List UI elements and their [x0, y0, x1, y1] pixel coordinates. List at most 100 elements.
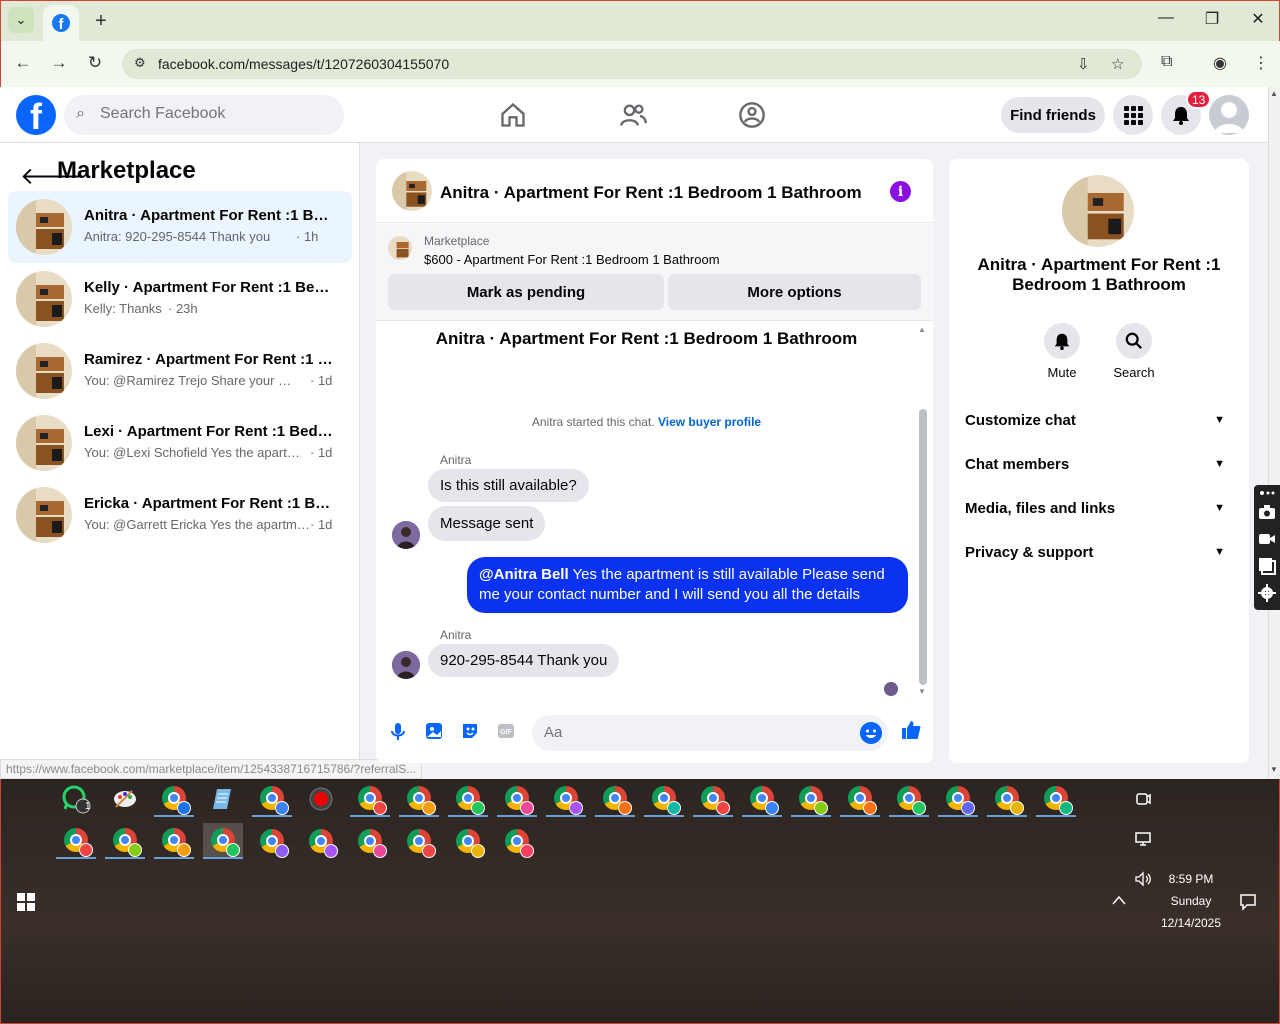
conversation-item[interactable]: Lexi · Apartment For Rent :1 Bedroom 1 B… [8, 407, 352, 479]
find-friends-button[interactable]: Find friends [1001, 97, 1105, 133]
site-info-icon[interactable]: ⚙ [134, 55, 146, 71]
facebook-logo-icon[interactable]: f [16, 95, 56, 135]
gear-icon[interactable] [1258, 584, 1276, 602]
action-center-icon[interactable] [1239, 893, 1257, 911]
sticker-icon[interactable] [460, 721, 480, 741]
mute-action[interactable]: Mute [1032, 323, 1092, 380]
taskbar-chrome[interactable] [987, 781, 1027, 817]
taskbar-chrome[interactable] [497, 823, 537, 859]
chat-members-section[interactable]: Chat members ▼ [965, 456, 1233, 480]
view-buyer-profile-link[interactable]: View buyer profile [658, 415, 761, 429]
tab-facebook[interactable]: f [43, 5, 79, 41]
scroll-down-arrow-icon[interactable]: ▼ [1270, 765, 1278, 774]
sender-avatar[interactable] [392, 651, 420, 679]
conversation-item[interactable]: Ramirez · Apartment For Rent :1 Bedroom … [8, 335, 352, 407]
clock-day[interactable]: Sunday [1161, 894, 1221, 908]
taskbar-whatsapp[interactable]: 1 [56, 781, 96, 817]
home-icon[interactable] [499, 101, 527, 129]
taskbar-chrome[interactable] [497, 781, 537, 817]
message-scrollbar[interactable]: ▲ ▼ [917, 325, 929, 696]
back-button[interactable]: ← [11, 53, 35, 73]
meet-now-icon[interactable] [1135, 791, 1151, 807]
taskbar-chrome[interactable] [301, 823, 341, 859]
mark-as-pending-button[interactable]: Mark as pending [388, 274, 664, 310]
page-scrollbar[interactable]: ▲ ▼ [1268, 87, 1280, 779]
reload-button[interactable]: ↻ [83, 53, 107, 73]
taskbar-chrome[interactable] [595, 781, 635, 817]
taskbar-chrome[interactable] [546, 781, 586, 817]
network-icon[interactable] [1135, 831, 1151, 847]
windows-start-icon[interactable] [17, 893, 35, 911]
clock-time[interactable]: 8:59 PM [1161, 872, 1221, 886]
taskbar-chrome[interactable] [350, 823, 390, 859]
restore-button[interactable]: ❐ [1197, 9, 1227, 29]
taskbar-chrome[interactable] [399, 781, 439, 817]
info-icon[interactable]: i [890, 181, 911, 202]
extensions-icon[interactable]: ⧉ [1161, 53, 1172, 71]
taskbar-chrome[interactable] [938, 781, 978, 817]
message-input-box[interactable] [532, 715, 888, 751]
taskbar-chrome[interactable] [56, 823, 96, 859]
taskbar-chrome[interactable] [154, 823, 194, 859]
sender-avatar[interactable] [392, 521, 420, 549]
taskbar-recorder[interactable] [301, 781, 341, 817]
conversation-item[interactable]: Ericka · Apartment For Rent :1 Bedroom 1… [8, 479, 352, 551]
url-text[interactable]: facebook.com/messages/t/1207260304155070 [158, 56, 449, 72]
taskbar-chrome[interactable] [791, 781, 831, 817]
link-icon[interactable] [1258, 487, 1276, 499]
customize-chat-section[interactable]: Customize chat ▼ [965, 412, 1233, 436]
listing-price-title[interactable]: $600 - Apartment For Rent :1 Bedroom 1 B… [424, 252, 720, 267]
photo-icon[interactable] [424, 721, 444, 741]
more-options-button[interactable]: More options [668, 274, 921, 310]
mention-tag[interactable]: @Anitra Bell [479, 566, 569, 583]
scroll-down-arrow-icon[interactable]: ▼ [918, 687, 926, 696]
taskbar-chrome[interactable] [399, 823, 439, 859]
bookmark-star-icon[interactable]: ☆ [1111, 55, 1124, 73]
forward-button[interactable]: → [47, 53, 71, 73]
minimize-button[interactable]: — [1151, 9, 1181, 27]
taskbar-chrome[interactable] [1036, 781, 1076, 817]
gif-icon[interactable]: GIF [496, 721, 516, 741]
camera-icon[interactable] [1258, 503, 1276, 521]
address-bar[interactable]: ⚙ facebook.com/messages/t/12072603041550… [122, 49, 1142, 79]
taskbar-chrome[interactable] [840, 781, 880, 817]
chat-header-title[interactable]: Anitra · Apartment For Rent :1 Bedroom 1… [440, 183, 862, 203]
taskbar-chrome[interactable] [350, 781, 390, 817]
close-window-button[interactable]: ✕ [1243, 9, 1273, 29]
taskbar-chrome[interactable] [154, 781, 194, 817]
scroll-thumb[interactable] [919, 409, 927, 685]
taskbar-paint[interactable] [105, 781, 145, 817]
profile-icon[interactable]: ◉ [1213, 53, 1227, 73]
new-tab-button[interactable]: + [89, 10, 113, 33]
scroll-up-arrow-icon[interactable]: ▲ [918, 325, 926, 334]
scroll-up-arrow-icon[interactable]: ▲ [1270, 89, 1278, 98]
taskbar-chrome[interactable] [252, 781, 292, 817]
thumbs-up-icon[interactable] [900, 719, 922, 741]
browser-menu-icon[interactable]: ⋮ [1253, 53, 1269, 73]
conversation-item[interactable]: Kelly · Apartment For Rent :1 Bedroom 1 … [8, 263, 352, 335]
emoji-icon[interactable] [860, 722, 882, 744]
taskbar-chrome[interactable] [693, 781, 733, 817]
privacy-support-section[interactable]: Privacy & support ▼ [965, 544, 1233, 568]
search-action[interactable]: Search [1104, 323, 1164, 380]
taskbar-chrome[interactable] [742, 781, 782, 817]
friends-icon[interactable] [619, 101, 647, 129]
taskbar-notepad[interactable] [203, 781, 243, 817]
taskbar-chrome[interactable] [889, 781, 929, 817]
tab-search-dropdown[interactable]: ⌄ [8, 7, 34, 33]
volume-icon[interactable] [1134, 871, 1152, 887]
menu-grid-button[interactable] [1113, 95, 1153, 135]
install-app-icon[interactable]: ⇩ [1077, 55, 1090, 73]
taskbar-chrome[interactable] [105, 823, 145, 859]
taskbar-chrome-active[interactable] [203, 823, 243, 859]
window-icon[interactable] [1258, 557, 1276, 575]
taskbar-chrome[interactable] [448, 781, 488, 817]
account-avatar[interactable] [1209, 95, 1249, 135]
taskbar-chrome[interactable] [448, 823, 488, 859]
taskbar-chrome[interactable] [644, 781, 684, 817]
chat-listing-thumbnail[interactable] [392, 171, 432, 211]
details-listing-thumbnail[interactable] [1062, 175, 1134, 247]
facebook-search-input[interactable] [100, 105, 330, 123]
media-files-links-section[interactable]: Media, files and links ▼ [965, 500, 1233, 524]
message-input[interactable] [544, 724, 844, 741]
